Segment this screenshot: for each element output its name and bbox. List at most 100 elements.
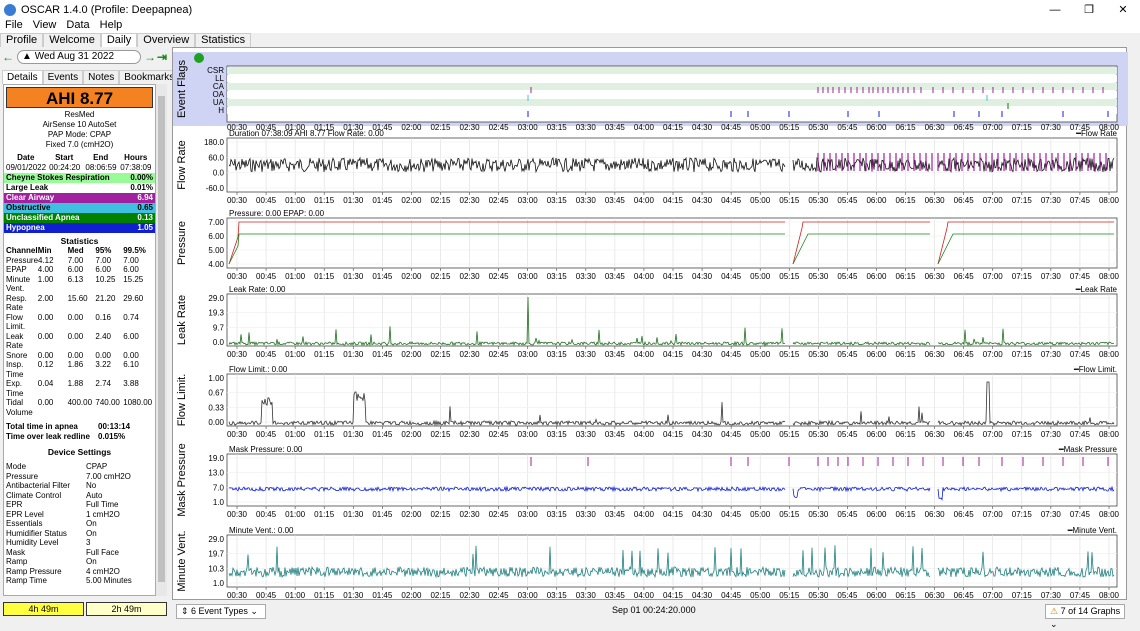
- subtab-bookmarks[interactable]: Bookmarks: [119, 70, 180, 84]
- stats-cell: 15.25: [123, 274, 144, 284]
- menu-file[interactable]: File: [0, 19, 28, 33]
- time-bar-left[interactable]: 4h 49m: [3, 602, 84, 616]
- tab-overview[interactable]: Overview: [137, 33, 196, 47]
- stats-cell: 0.00: [95, 350, 111, 360]
- graph-area: Event Flags CSR LL CA OA UA H 00:30 00:45 01:00 01…: [172, 47, 1128, 600]
- flow-rate-time-label: 03:30: [576, 196, 597, 205]
- tab-profile[interactable]: Profile: [0, 33, 44, 47]
- tab-daily[interactable]: Daily: [100, 33, 138, 47]
- minute-vent-time-label: 03:45: [605, 591, 626, 600]
- setting-value: CPAP: [86, 462, 108, 472]
- pressure-time-label: 03:30: [576, 272, 597, 281]
- flow-limit-y-tick: 1.00: [208, 374, 224, 383]
- flow-rate-header: Duration 07:38:09 AHI 8.77 Flow Rate: 0.…: [229, 129, 384, 138]
- pressure-time-label: 04:00: [634, 272, 655, 281]
- minute-vent-time-label: 02:45: [489, 591, 510, 600]
- next-day-arrow-icon[interactable]: →: [144, 50, 156, 64]
- flow-limit-time-label: 07:45: [1070, 430, 1091, 439]
- event-value: 0.65: [137, 203, 153, 212]
- mask-pressure-time-label: 00:45: [256, 510, 277, 519]
- time-bar-right[interactable]: 2h 49m: [86, 602, 167, 616]
- setting-value: 3: [86, 538, 91, 548]
- tab-statistics[interactable]: Statistics: [195, 33, 252, 47]
- event-flags-time-label: 04:30: [692, 123, 713, 132]
- leak-rate-time-label: 02:30: [460, 350, 481, 359]
- flow-rate-time-label: 06:30: [925, 196, 946, 205]
- flow-rate-time-label: 05:30: [808, 196, 829, 205]
- minute-vent-time-label: 06:45: [954, 591, 975, 600]
- event-row: Obstructive 0.65: [4, 203, 155, 213]
- event-flags-time-label: 07:30: [1041, 123, 1062, 132]
- pressure-time-label: 02:45: [489, 272, 510, 281]
- flow-limit-time-label: 05:00: [750, 430, 771, 439]
- pressure-y-tick: 4.00: [208, 260, 224, 269]
- stats-cell: 0.00: [123, 350, 139, 360]
- prev-day-arrow-icon[interactable]: ←: [2, 50, 14, 64]
- menu-help[interactable]: Help: [95, 19, 128, 33]
- pressure-time-label: 03:15: [547, 272, 568, 281]
- setting-value: On: [86, 519, 97, 529]
- leak-rate-time-label: 08:00: [1099, 350, 1120, 359]
- flow-limit-time-label: 07:15: [1012, 430, 1033, 439]
- leak-rate-time-label: 05:00: [750, 350, 771, 359]
- flow-rate-time-label: 02:30: [460, 196, 481, 205]
- event-types-dropdown[interactable]: ⇕ 6 Event Types ⌄: [176, 604, 266, 619]
- leak-rate-time-label: 01:30: [343, 350, 364, 359]
- setting-value: On: [86, 557, 97, 567]
- mask-pressure-time-label: 06:30: [925, 510, 946, 519]
- stats-cell: 1080.00: [123, 398, 153, 408]
- subtab-details[interactable]: Details: [2, 70, 43, 84]
- leak-rate-time-label: 07:15: [1012, 350, 1033, 359]
- pressure-time-label: 07:30: [1041, 272, 1062, 281]
- session-values: 09/01/2022 00:24:20 08:06:59 07:38:09: [6, 163, 152, 172]
- pressure-time-label: 01:00: [285, 272, 306, 281]
- device-setting-row: Ramp Pressure 4 cmH2O: [4, 567, 155, 577]
- flow-rate-time-label: 01:30: [343, 196, 364, 205]
- menu-view[interactable]: View: [28, 19, 62, 33]
- scrollbar-thumb[interactable]: [158, 96, 165, 582]
- flow-rate-time-label: 01:45: [372, 196, 393, 205]
- window-title: OSCAR 1.4.0 (Profile: Deepapnea): [21, 3, 193, 16]
- minute-vent-y-tick: 10.3: [208, 564, 224, 573]
- flow-rate-time-label: 04:45: [721, 196, 742, 205]
- maximize-button[interactable]: ❐: [1072, 0, 1106, 19]
- stats-cell: 0.00: [67, 312, 84, 322]
- close-button[interactable]: ✕: [1106, 0, 1140, 19]
- flow-limit-time-label: 02:15: [430, 430, 451, 439]
- date-picker[interactable]: ▲ Wed Aug 31 2022: [17, 50, 141, 64]
- pressure-header: Pressure: 0.00 EPAP: 0.00: [229, 209, 325, 218]
- mask-pressure-time-label: 02:30: [460, 510, 481, 519]
- stats-cell: 29.60: [123, 293, 144, 303]
- minute-vent-time-label: 05:00: [750, 591, 771, 600]
- minute-vent-legend: ━Minute Vent.: [1067, 526, 1117, 535]
- sidebar: ← ▲ Wed Aug 31 2022 → ⇥ Details Events N…: [0, 47, 180, 622]
- stats-cell: 400.00: [67, 398, 93, 408]
- tab-welcome[interactable]: Welcome: [43, 33, 101, 47]
- event-flags-time-label: 03:00: [518, 123, 539, 132]
- pressure-time-label: 01:30: [343, 272, 364, 281]
- mask-pressure-time-label: 05:15: [779, 510, 800, 519]
- flow-limit-title: Flow Limit.: [176, 374, 188, 427]
- graphs-dropdown[interactable]: ⚠ 7 of 14 Graphs ⌄: [1045, 604, 1125, 629]
- leak-rate-time-label: 01:00: [285, 350, 306, 359]
- minute-vent-time-label: 02:15: [430, 591, 451, 600]
- stats-cell: 6.00: [123, 265, 139, 275]
- day-summary-bar: 4h 49m 2h 49m: [3, 602, 167, 616]
- stats-row: Leak Rate 0.00 0.00 2.40 6.00: [4, 332, 155, 351]
- subtab-notes[interactable]: Notes: [83, 70, 120, 84]
- menu-data[interactable]: Data: [61, 19, 94, 33]
- subtab-events[interactable]: Events: [42, 70, 84, 84]
- flow-rate-time-label: 05:45: [837, 196, 858, 205]
- sidebar-scrollbar[interactable]: [156, 84, 167, 596]
- flow-limit-y-tick: 0.67: [208, 389, 224, 398]
- stats-cell: 2.74: [95, 379, 111, 389]
- minimize-button[interactable]: —: [1038, 0, 1072, 19]
- stats-cell: 21.20: [95, 293, 116, 303]
- last-day-arrow-icon[interactable]: ⇥: [156, 50, 168, 64]
- flow-limit-time-label: 05:15: [779, 430, 800, 439]
- stats-row: Minute Vent. 1.00 6.13 10.25 15.25: [4, 275, 155, 294]
- pressure-time-label: 03:45: [605, 272, 626, 281]
- device-brand: ResMed: [64, 110, 95, 119]
- setting-label: EPR Level: [6, 509, 44, 519]
- total-value: 0.015%: [98, 431, 126, 441]
